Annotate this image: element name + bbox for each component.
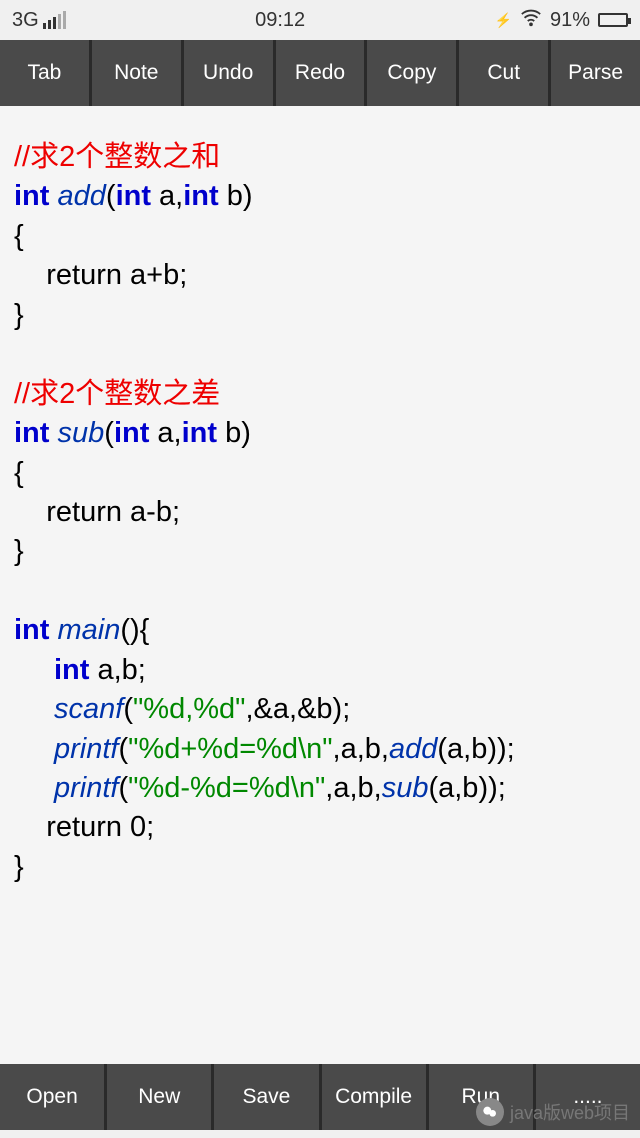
top-toolbar: Tab Note Undo Redo Copy Cut Parse	[0, 40, 640, 106]
network-label: 3G	[12, 9, 39, 32]
code-comment: //求2个整数之差	[14, 378, 220, 410]
bottom-toolbar: Open New Save Compile Run ..... java版web…	[0, 1064, 640, 1130]
signal-icon	[43, 11, 66, 29]
new-button[interactable]: New	[107, 1064, 211, 1130]
cut-button[interactable]: Cut	[459, 40, 548, 106]
charging-icon: ⚡	[495, 12, 512, 29]
note-button[interactable]: Note	[92, 40, 181, 106]
wechat-icon	[476, 1098, 504, 1126]
redo-button[interactable]: Redo	[276, 40, 365, 106]
watermark: java版web项目	[476, 1098, 630, 1126]
status-bar: 3G 09:12 ⚡ 91%	[0, 0, 640, 40]
compile-button[interactable]: Compile	[322, 1064, 426, 1130]
copy-button[interactable]: Copy	[367, 40, 456, 106]
clock: 09:12	[255, 9, 305, 32]
code-comment: //求2个整数之和	[14, 141, 220, 173]
tab-button[interactable]: Tab	[0, 40, 89, 106]
watermark-text: java版web项目	[510, 1099, 630, 1125]
status-left: 3G	[12, 9, 66, 32]
battery-icon	[598, 13, 628, 27]
open-button[interactable]: Open	[0, 1064, 104, 1130]
undo-button[interactable]: Undo	[184, 40, 273, 106]
wifi-icon	[520, 6, 542, 34]
battery-percent: 91%	[550, 9, 590, 32]
code-editor[interactable]: //求2个整数之和 int add(int a,int b) { return …	[0, 106, 640, 1064]
status-right: ⚡ 91%	[495, 6, 628, 34]
save-button[interactable]: Save	[214, 1064, 318, 1130]
parse-button[interactable]: Parse	[551, 40, 640, 106]
